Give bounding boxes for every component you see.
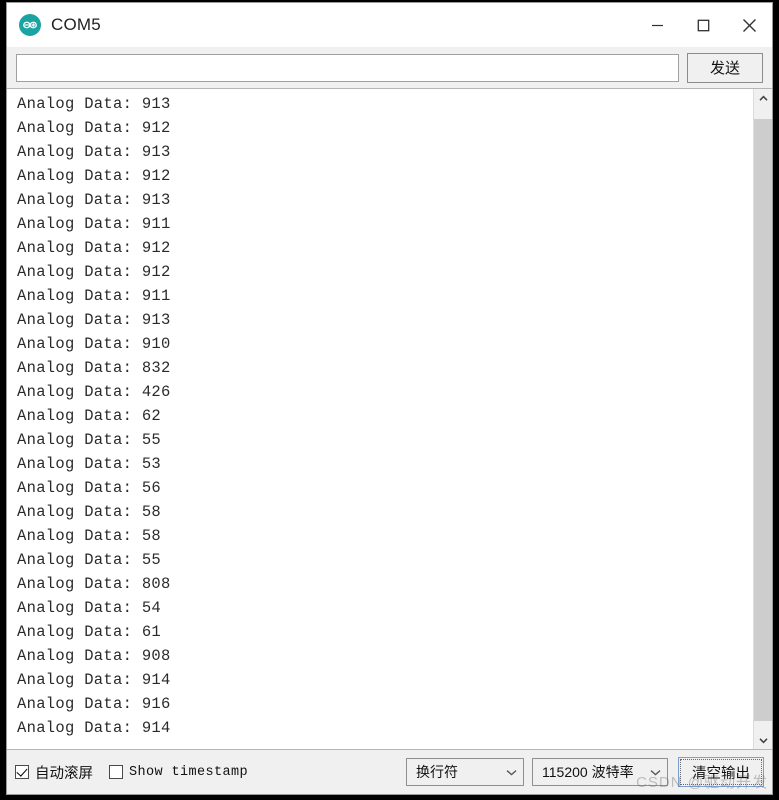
console-line: Analog Data: 55 [17,551,162,569]
console-line: Analog Data: 808 [17,575,171,593]
title-bar: COM5 [7,3,772,47]
chevron-up-icon[interactable] [754,89,772,107]
console-line: Analog Data: 62 [17,407,162,425]
console-line: Analog Data: 54 [17,599,162,617]
console-output: Analog Data: 913 Analog Data: 912 Analog D… [7,89,753,749]
console-line: Analog Data: 914 [17,671,171,689]
window-title: COM5 [51,15,101,34]
console-line: Analog Data: 908 [17,647,171,665]
console-line: Analog Data: 912 [17,239,171,257]
chevron-down-icon [650,769,661,776]
autoscroll-checkbox[interactable]: 自动滚屏 [15,762,93,783]
show-timestamp-label: Show timestamp [129,764,249,780]
serial-monitor-window: COM5 发送 Analog Data: 913 Analog Data: 912… [6,2,773,795]
console-line: Analog Data: 913 [17,191,171,209]
console-line: Analog Data: 912 [17,167,171,185]
send-button[interactable]: 发送 [687,52,763,83]
console-line: Analog Data: 911 [17,215,171,233]
window-controls [634,3,772,47]
show-timestamp-checkbox[interactable]: Show timestamp [109,765,248,780]
console-line: Analog Data: 426 [17,383,171,401]
baud-rate-select-value: 115200 波特率 [542,764,634,780]
autoscroll-label: 自动滚屏 [35,765,93,782]
console-line: Analog Data: 832 [17,359,171,377]
send-row: 发送 [7,47,772,88]
console-line: Analog Data: 911 [17,287,171,305]
console-line: Analog Data: 55 [17,431,162,449]
console-line: Analog Data: 61 [17,623,162,641]
console-line: Analog Data: 910 [17,335,171,353]
bottom-toolbar: 自动滚屏 Show timestamp 换行符 115200 波特率 清空输出 … [7,750,772,794]
console-line: Analog Data: 58 [17,527,162,545]
newline-select[interactable]: 换行符 [406,758,524,786]
close-icon[interactable] [726,3,772,47]
console-line: Analog Data: 916 [17,695,171,713]
scrollbar-track[interactable] [754,107,772,731]
console-line: Analog Data: 914 [17,719,171,737]
console-line: Analog Data: 56 [17,479,162,497]
newline-select-value: 换行符 [416,764,458,780]
console-line: Analog Data: 913 [17,311,171,329]
maximize-icon[interactable] [680,3,726,47]
autoscroll-checkbox-box[interactable] [15,765,29,779]
send-input[interactable] [16,53,679,82]
console-scrollbar[interactable] [753,89,772,749]
chevron-down-icon[interactable] [754,731,772,749]
clear-output-button[interactable]: 清空输出 [678,757,764,787]
show-timestamp-checkbox-box[interactable] [109,765,123,779]
console-line: Analog Data: 58 [17,503,162,521]
console-line: Analog Data: 913 [17,95,171,113]
console-line: Analog Data: 913 [17,143,171,161]
scrollbar-thumb[interactable] [754,119,772,721]
baud-rate-select[interactable]: 115200 波特率 [532,758,668,786]
chevron-down-icon [506,769,517,776]
console-line: Analog Data: 53 [17,455,162,473]
console-area: Analog Data: 913 Analog Data: 912 Analog D… [7,88,772,750]
console-line: Analog Data: 912 [17,263,171,281]
minimize-icon[interactable] [634,3,680,47]
arduino-logo-icon [19,14,41,36]
console-line: Analog Data: 912 [17,119,171,137]
